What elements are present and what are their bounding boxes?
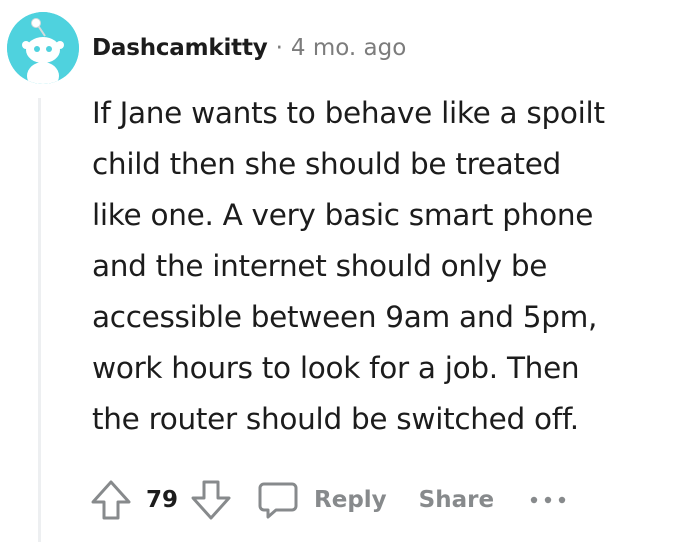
comment-meta: Dashcamkitty · 4 mo. ago [92,30,406,66]
comment-body-line: the router should be switched off. [92,402,579,436]
comment-body-line: like one. A very basic smart phone [92,198,594,232]
more-options-button[interactable] [528,494,568,506]
comment-body-line: If Jane wants to behave like a spoilt [92,96,605,130]
author-username[interactable]: Dashcamkitty [92,35,268,61]
upvote-button[interactable] [88,477,134,523]
comment-actions: 79 Reply Share [88,474,568,526]
comment-body: If Jane wants to behave like a spoilt ch… [92,88,692,445]
user-avatar[interactable] [7,12,79,84]
comment-body-line: work hours to look for a job. Then [92,351,580,385]
share-button[interactable]: Share [419,487,494,513]
comment-body-line: and the internet should only be [92,249,548,283]
downvote-button[interactable] [188,477,234,523]
comment-bubble-icon [258,482,298,519]
more-options-icon [530,496,566,504]
comment-body-line: accessible between 9am and 5pm, [92,300,598,334]
vote-count: 79 [146,487,179,513]
reply-label: Reply [314,487,387,513]
reply-button[interactable]: Reply [256,478,387,522]
comment: Dashcamkitty · 4 mo. ago If Jane wants t… [0,0,700,542]
comment-body-line: child then she should be treated [92,147,561,181]
upvote-arrow-icon [91,480,131,520]
meta-separator: · [275,35,283,61]
snoo-avatar-icon [7,12,79,84]
thread-line[interactable] [38,98,41,542]
downvote-arrow-icon [191,480,231,520]
comment-timestamp[interactable]: 4 mo. ago [291,35,406,61]
